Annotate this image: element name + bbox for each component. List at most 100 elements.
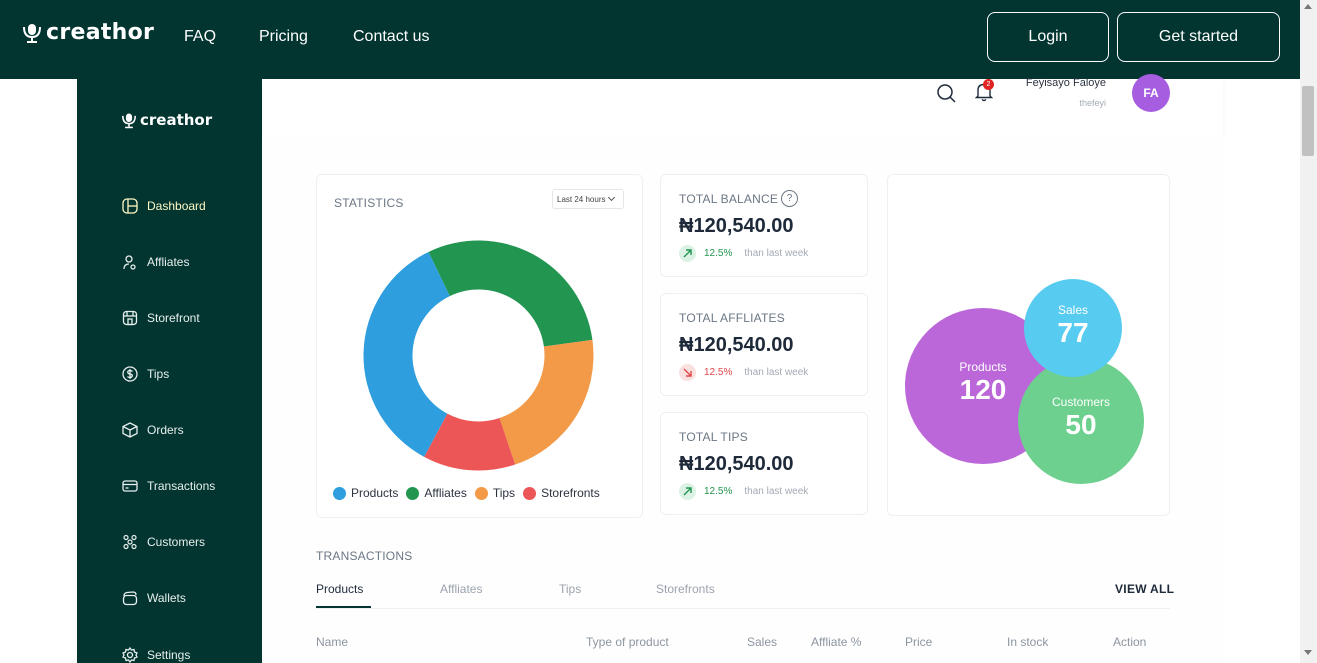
column-header-type[interactable]: Type of product — [586, 635, 669, 649]
brand-logo[interactable]: creathor — [22, 20, 154, 45]
kpi-title: TOTAL TIPS — [679, 430, 748, 444]
tabs-divider — [316, 608, 1170, 609]
user-name: Feyisayo Faloye — [1025, 77, 1106, 89]
active-tab-indicator — [316, 606, 371, 608]
sidebar-item-label: Affliates — [147, 255, 190, 269]
kpi-trend: 12.5% than last week — [679, 364, 808, 381]
kpi-trend: 12.5% than last week — [679, 483, 808, 500]
dashboard-header: 2 Feyisayo Faloye thefeyi FA — [262, 74, 1223, 136]
kpi-compare-text: than last week — [744, 486, 809, 497]
nav-link-contact[interactable]: Contact us — [353, 28, 429, 46]
dashboard-icon — [122, 198, 138, 214]
nav-link-faq[interactable]: FAQ — [184, 28, 216, 46]
sidebar-item-transactions[interactable]: Transactions — [122, 476, 215, 496]
time-range-value: Last 24 hours — [557, 194, 606, 204]
legend-label: Storefronts — [541, 486, 600, 500]
column-header-name[interactable]: Name — [316, 635, 348, 649]
login-button[interactable]: Login — [987, 12, 1109, 62]
kpi-value: ₦120,540.00 — [679, 215, 794, 237]
sidebar-item-storefront[interactable]: Storefront — [122, 308, 200, 328]
donut-slice-tips[interactable] — [499, 339, 594, 465]
dollar-coin-icon — [122, 366, 138, 382]
statistics-title: STATISTICS — [334, 196, 404, 210]
sidebar-item-label: Storefront — [147, 311, 200, 325]
trophy-mic-icon — [122, 113, 136, 128]
sidebar-item-label: Customers — [147, 535, 206, 549]
legend-item-products: Products — [333, 486, 398, 500]
search-icon[interactable] — [937, 84, 956, 103]
sidebar-item-label: Transactions — [147, 479, 216, 493]
sidebar-item-label: Orders — [147, 423, 184, 437]
view-all-link[interactable]: VIEW ALL — [1115, 582, 1174, 596]
scroll-up-arrow-icon[interactable] — [1304, 4, 1312, 9]
legend-swatch — [523, 486, 537, 500]
legend-swatch — [474, 486, 488, 500]
top-navigation: creathor FAQ Pricing Contact us Login Ge… — [0, 0, 1300, 79]
trend-down-icon — [679, 364, 696, 381]
scrollbar-thumb[interactable] — [1302, 86, 1314, 156]
gear-icon — [122, 647, 138, 663]
tab-tips[interactable]: Tips — [559, 582, 581, 596]
chevron-down-icon — [608, 193, 616, 202]
trend-up-icon — [679, 245, 696, 262]
kpi-compare-text: than last week — [744, 248, 809, 259]
sidebar-item-affiliates[interactable]: Affliates — [122, 252, 189, 272]
scroll-down-arrow-icon[interactable] — [1304, 650, 1312, 655]
wallet-icon — [122, 591, 138, 606]
kpi-percent: 12.5% — [704, 367, 733, 378]
legend-item-storefronts: Storefronts — [523, 486, 600, 500]
statistics-donut-chart — [363, 240, 594, 471]
tab-products[interactable]: Products — [316, 582, 363, 596]
kpi-title: TOTAL AFFLIATES — [679, 311, 785, 325]
affiliate-user-icon — [123, 255, 136, 270]
nav-link-pricing[interactable]: Pricing — [259, 28, 308, 46]
legend-item-tips: Tips — [474, 486, 516, 500]
column-header-sales[interactable]: Sales — [747, 635, 777, 649]
column-header-action[interactable]: Action — [1113, 635, 1146, 649]
notification-count-badge: 2 — [983, 79, 994, 90]
chart-legend: Products Affliates Tips Storefronts — [333, 486, 608, 500]
kpi-percent: 12.5% — [704, 248, 733, 259]
page-scrollbar[interactable] — [1300, 0, 1317, 663]
bubble-sales: Sales 77 — [1024, 279, 1122, 377]
bubble-label: Sales — [1057, 303, 1089, 317]
column-header-affiliate-percent[interactable]: Affliate % — [811, 635, 861, 649]
sidebar-item-tips[interactable]: Tips — [122, 364, 169, 384]
sidebar-brand-name: creathor — [140, 111, 213, 129]
help-icon[interactable]: ? — [781, 190, 798, 207]
bubble-customers: Customers 50 — [1018, 358, 1144, 484]
kpi-value: ₦120,540.00 — [679, 453, 794, 475]
column-header-price[interactable]: Price — [905, 635, 932, 649]
sidebar-item-customers[interactable]: Customers — [122, 532, 205, 552]
legend-swatch — [406, 486, 420, 500]
sidebar-item-label: Wallets — [147, 591, 186, 605]
avatar[interactable]: FA — [1132, 74, 1170, 112]
trophy-mic-icon — [23, 23, 41, 43]
sidebar-item-label: Tips — [147, 367, 170, 381]
box-icon — [122, 422, 138, 438]
storefront-icon — [122, 310, 138, 326]
notification-bell[interactable]: 2 — [974, 79, 995, 103]
sidebar-item-orders[interactable]: Orders — [122, 420, 184, 440]
sidebar: creathor Dashboard Affliates Storefront … — [77, 79, 262, 663]
trend-up-icon — [679, 483, 696, 500]
kpi-value: ₦120,540.00 — [679, 334, 794, 356]
sidebar-brand-logo[interactable]: creathor — [121, 111, 212, 129]
get-started-button[interactable]: Get started — [1117, 12, 1280, 62]
sidebar-item-label: Dashboard — [147, 199, 206, 213]
column-header-in-stock[interactable]: In stock — [1007, 635, 1048, 649]
time-range-select[interactable]: Last 24 hours — [552, 189, 624, 209]
sidebar-item-dashboard[interactable]: Dashboard — [122, 196, 206, 216]
sidebar-item-wallets[interactable]: Wallets — [122, 588, 186, 608]
kpi-trend: 12.5% than last week — [679, 245, 808, 262]
tab-storefronts[interactable]: Storefronts — [656, 582, 715, 596]
credit-card-icon — [122, 480, 138, 492]
tab-affiliates[interactable]: Affliates — [440, 582, 482, 596]
kpi-compare-text: than last week — [744, 367, 809, 378]
legend-label: Tips — [492, 486, 516, 500]
transactions-title: TRANSACTIONS — [316, 549, 413, 563]
brand-name: creathor — [46, 20, 155, 45]
sidebar-item-settings[interactable]: Settings — [122, 645, 190, 663]
donut-slice-affliates[interactable] — [428, 240, 593, 347]
donut-slice-products[interactable] — [363, 251, 450, 457]
